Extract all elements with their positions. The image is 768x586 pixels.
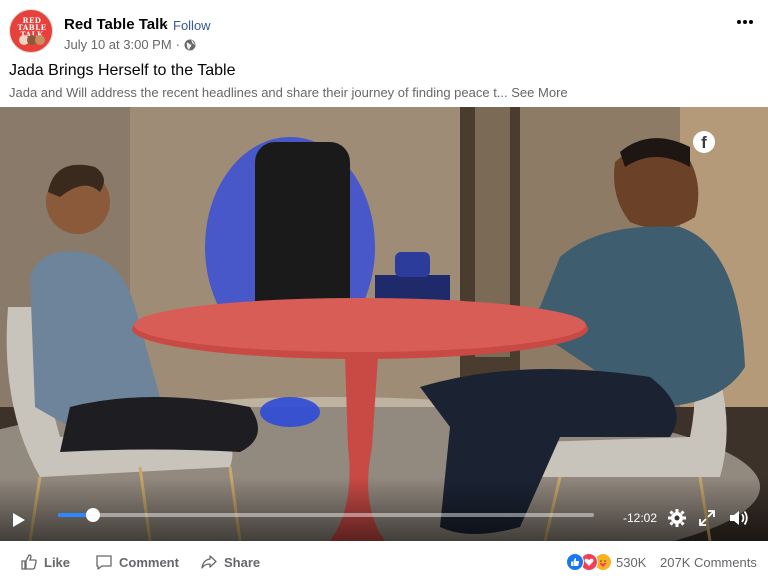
comment-count-link[interactable]: 207K Comments [660,555,757,570]
progress-scrubber-handle[interactable] [85,508,100,522]
comment-icon [96,555,112,570]
video-player[interactable] [0,107,768,541]
see-more-link[interactable]: See More [511,85,567,100]
follow-button[interactable]: Follow [173,18,211,33]
fullscreen-icon[interactable] [698,509,716,527]
more-options-icon[interactable] [733,12,757,32]
comment-label: Comment [119,554,179,570]
post-title: Jada Brings Herself to the Table [9,62,236,79]
name-separator: · [164,16,169,33]
thumbs-up-icon [21,554,37,570]
share-arrow-icon [201,555,217,569]
post-description: Jada and Will address the recent headlin… [9,85,568,100]
post-action-bar: Like Comment Share [0,541,768,586]
reaction-count: 530K [616,554,647,570]
like-label: Like [44,554,71,570]
post-header: RED TABLE TALK Red Table Talk · Follow Jul… [0,0,768,60]
settings-gear-icon[interactable] [667,508,687,528]
post-timestamp[interactable]: July 10 at 3:00 PM [64,37,172,52]
avatar-faces-icon [19,35,45,45]
comment-button[interactable]: Comment [95,553,179,571]
post-description-text: Jada and Will address the recent headlin… [9,85,508,100]
time-remaining: -12:02 [623,511,658,525]
meta-separator: · [175,37,181,52]
page-avatar[interactable]: RED TABLE TALK [9,9,53,53]
share-button[interactable]: Share [200,553,260,571]
reactions-summary[interactable]: 530K [566,553,646,571]
page-name-link[interactable]: Red Table Talk [64,16,168,33]
facebook-logo-icon: f [693,131,715,153]
like-reaction-icon [566,553,584,571]
progress-bar[interactable] [58,508,594,522]
globe-icon[interactable] [184,39,196,51]
play-icon[interactable] [12,512,26,528]
share-label: Share [224,554,261,570]
video-frame [0,107,768,541]
like-button[interactable]: Like [20,553,70,571]
post-meta: July 10 at 3:00 PM · [64,37,196,52]
volume-icon[interactable] [728,508,750,528]
